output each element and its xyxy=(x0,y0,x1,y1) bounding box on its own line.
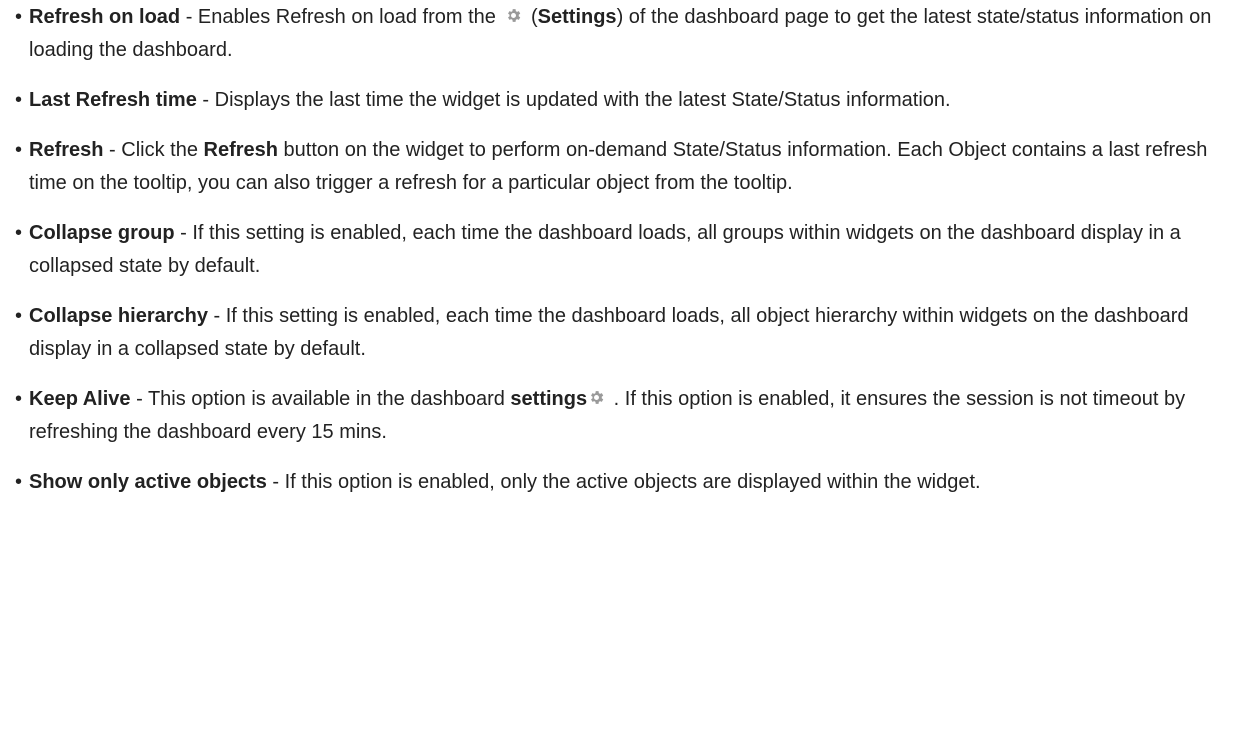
gear-icon xyxy=(505,7,522,24)
bullet-marker: • xyxy=(15,471,23,493)
list-item-keep-alive: • Keep Alive - This option is available … xyxy=(15,383,1259,449)
term-separator: - xyxy=(103,139,122,161)
list-item-collapse-group: • Collapse group - If this setting is en… xyxy=(15,217,1259,283)
term-collapse-group: Collapse group xyxy=(29,222,175,244)
bullet-marker: • xyxy=(15,388,23,410)
list-item-refresh-on-load: • Refresh on load - Enables Refresh on l… xyxy=(15,1,1259,67)
list-item-refresh: • Refresh - Click the Refresh button on … xyxy=(15,134,1259,200)
term-refresh: Refresh xyxy=(29,139,104,161)
term-separator: - xyxy=(266,471,285,493)
term-separator: - xyxy=(196,89,215,111)
term-keep-alive: Keep Alive xyxy=(29,388,131,410)
description-text: Enables Refresh on load from the xyxy=(197,6,502,28)
term-separator: - xyxy=(130,388,148,410)
description-text: Displays the last time the widget is upd… xyxy=(214,89,951,111)
description-text: This option is available in the dashboar… xyxy=(147,388,511,410)
description-text: Click the xyxy=(121,139,204,161)
settings-label: settings xyxy=(510,388,588,410)
description-text: If this setting is enabled, each time th… xyxy=(29,222,1181,277)
bullet-marker: • xyxy=(15,139,23,161)
settings-bullet-list: • Refresh on load - Enables Refresh on l… xyxy=(0,1,1259,499)
term-last-refresh-time: Last Refresh time xyxy=(29,89,197,111)
bullet-marker: • xyxy=(15,89,23,111)
term-separator: - xyxy=(180,6,198,28)
bullet-marker: • xyxy=(15,222,23,244)
list-item-last-refresh-time: • Last Refresh time - Displays the last … xyxy=(15,84,1259,117)
gear-icon xyxy=(588,389,605,406)
paren-open: ( xyxy=(525,6,538,28)
term-collapse-hierarchy: Collapse hierarchy xyxy=(29,305,208,327)
term-refresh-on-load: Refresh on load xyxy=(29,6,181,28)
term-show-only-active-objects: Show only active objects xyxy=(29,471,267,493)
bullet-marker: • xyxy=(15,305,23,327)
list-item-show-only-active-objects: • Show only active objects - If this opt… xyxy=(15,466,1259,499)
list-item-collapse-hierarchy: • Collapse hierarchy - If this setting i… xyxy=(15,300,1259,366)
description-text: If this option is enabled, only the acti… xyxy=(284,471,981,493)
bullet-marker: • xyxy=(15,6,23,28)
settings-label: Settings xyxy=(537,6,617,28)
term-separator: - xyxy=(207,305,226,327)
term-separator: - xyxy=(174,222,193,244)
refresh-button-label: Refresh xyxy=(203,139,278,161)
